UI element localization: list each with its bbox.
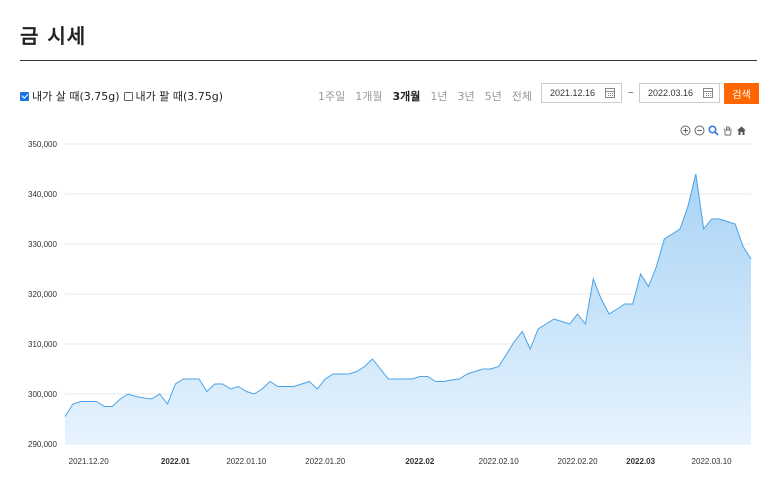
x-tick-label: 2022.01.10	[226, 457, 267, 466]
x-tick-label: 2022.02.10	[479, 457, 520, 466]
x-tick-label: 2022.02	[405, 457, 434, 466]
y-tick-label: 350,000	[28, 140, 57, 149]
y-tick-label: 340,000	[28, 190, 57, 199]
x-tick-label: 2022.01	[161, 457, 190, 466]
y-tick-label: 300,000	[28, 390, 57, 399]
x-tick-label: 2022.01.20	[305, 457, 346, 466]
x-tick-label: 2021.12.20	[69, 457, 110, 466]
x-tick-label: 2022.03	[626, 457, 655, 466]
gold-price-chart: 290,000 300,000 310,000 320,000 330,000 340,0…	[28, 140, 752, 466]
x-tick-label: 2022.02.20	[558, 457, 599, 466]
y-tick-label: 310,000	[28, 340, 57, 349]
x-tick-label: 2022.03.10	[692, 457, 733, 466]
y-tick-label: 290,000	[28, 440, 57, 449]
y-tick-label: 330,000	[28, 240, 57, 249]
y-tick-label: 320,000	[28, 290, 57, 299]
